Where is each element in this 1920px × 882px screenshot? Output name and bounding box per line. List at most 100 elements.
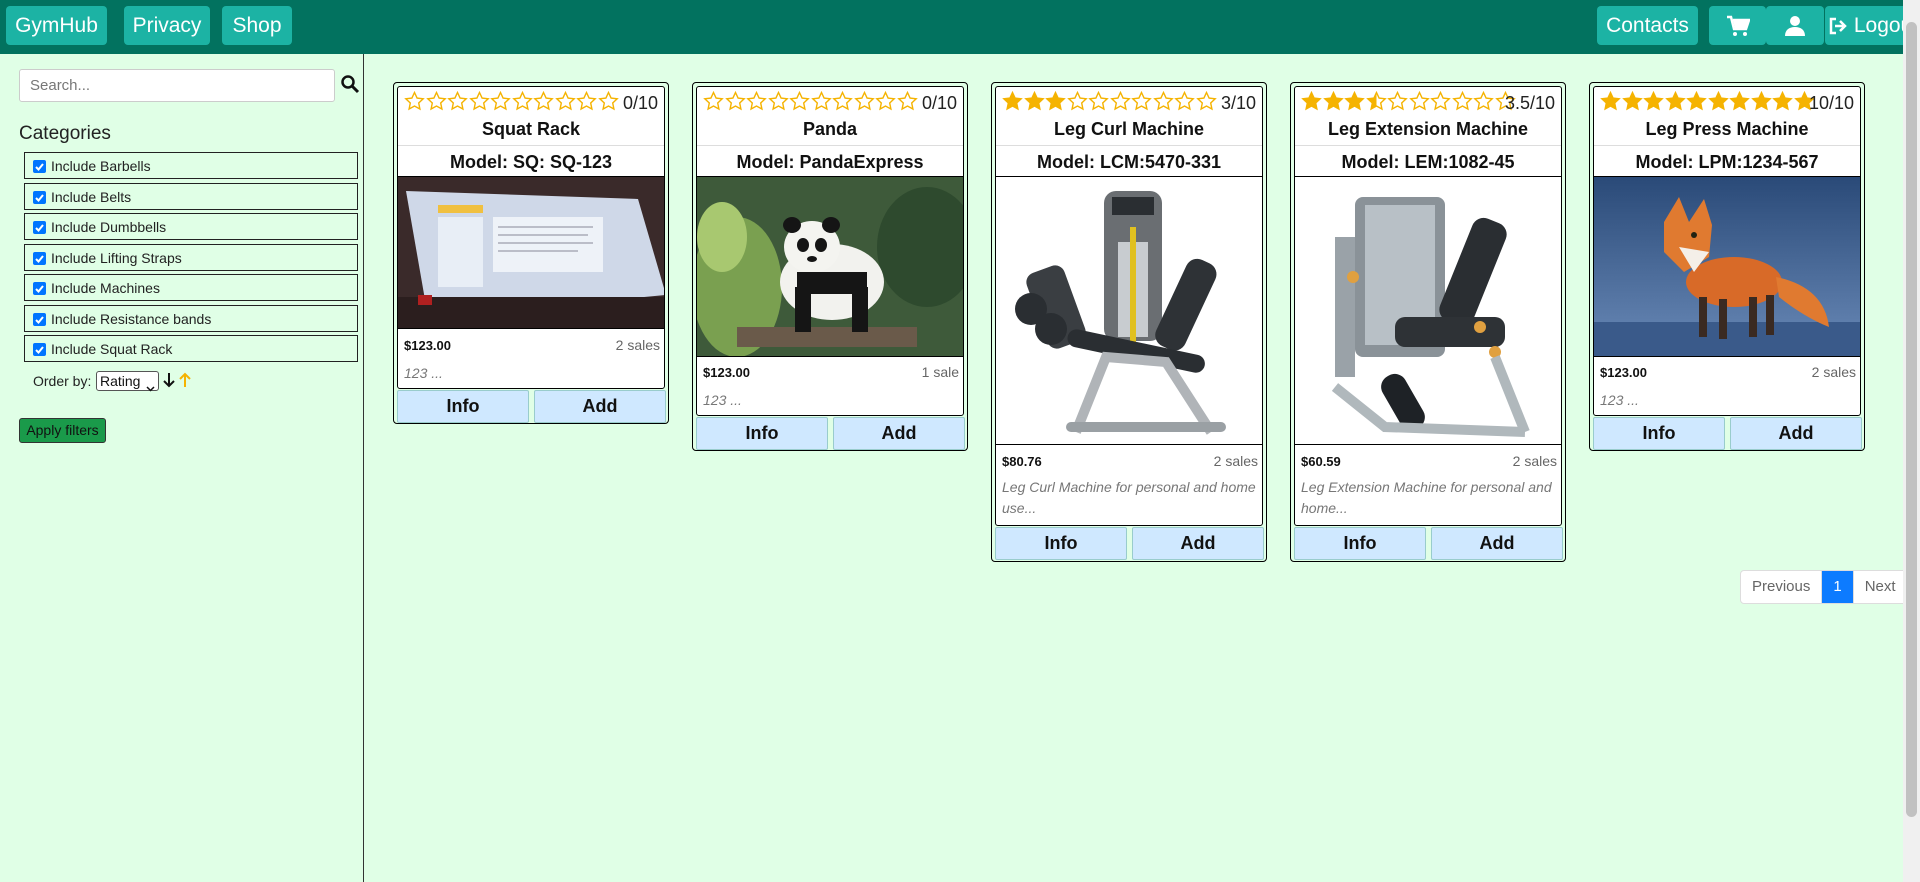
- star-icon: [724, 90, 746, 111]
- product-sales: 1 sale: [921, 364, 959, 380]
- product-card: 0/10 Panda Model: PandaExpress $123.00 1…: [692, 82, 968, 451]
- add-to-cart-button[interactable]: Add: [1132, 527, 1264, 560]
- add-to-cart-button[interactable]: Add: [534, 390, 666, 423]
- product-card: 3/10 Leg Curl Machine Model: LCM:5470-33…: [991, 82, 1267, 562]
- star-icon: [1643, 90, 1664, 111]
- vertical-scrollbar[interactable]: [1903, 0, 1920, 882]
- star-icon: [1408, 90, 1430, 111]
- product-image[interactable]: [697, 177, 963, 357]
- scrollbar-thumb[interactable]: [1906, 22, 1917, 817]
- rating-stars: [1002, 90, 1217, 115]
- checkbox[interactable]: [33, 191, 46, 204]
- search-icon[interactable]: [340, 74, 360, 94]
- category-filter-belts[interactable]: Include Belts: [24, 183, 358, 210]
- category-filter-lifting-straps[interactable]: Include Lifting Straps: [24, 244, 358, 271]
- star-icon: [468, 90, 490, 111]
- product-description: 123 ...: [404, 365, 443, 381]
- checkbox[interactable]: [33, 313, 46, 326]
- add-to-cart-button[interactable]: Add: [833, 417, 965, 450]
- chevron-down-icon: [146, 378, 155, 396]
- product-card: 0/10 Squat Rack Model: SQ: SQ-123 $123.0…: [393, 82, 669, 424]
- info-button[interactable]: Info: [1294, 527, 1426, 560]
- order-by-label: Order by:: [33, 373, 92, 389]
- product-model: Model: LEM:1082-45: [1341, 152, 1515, 172]
- checkbox[interactable]: [33, 252, 46, 265]
- star-icon: [1045, 90, 1066, 111]
- rating-stars: [1301, 90, 1516, 115]
- sort-descending-icon[interactable]: [163, 372, 175, 393]
- categories-heading: Categories: [19, 123, 111, 144]
- checkbox[interactable]: [33, 282, 46, 295]
- category-label: Include Dumbbells: [51, 219, 167, 235]
- star-icon: [1174, 90, 1195, 111]
- product-description: Leg Curl Machine for personal and home u…: [1002, 479, 1256, 516]
- category-filter-barbells[interactable]: Include Barbells: [24, 152, 358, 179]
- product-image[interactable]: [996, 177, 1262, 445]
- profile-button[interactable]: [1766, 6, 1824, 45]
- star-icon: [1002, 90, 1023, 111]
- category-label: Include Resistance bands: [51, 311, 212, 327]
- add-to-cart-button[interactable]: Add: [1431, 527, 1563, 560]
- order-by-select[interactable]: Rating: [96, 371, 159, 392]
- checkbox[interactable]: [33, 343, 46, 356]
- add-to-cart-button[interactable]: Add: [1730, 417, 1862, 450]
- shop-link[interactable]: Shop: [222, 6, 292, 45]
- star-icon: [789, 90, 810, 111]
- contacts-link[interactable]: Contacts: [1597, 6, 1698, 45]
- star-icon: [1131, 90, 1152, 111]
- top-navbar: GymHub Privacy Shop Contacts Logout: [0, 0, 1920, 54]
- star-icon: [1772, 90, 1793, 111]
- star-icon: [511, 90, 533, 111]
- info-button[interactable]: Info: [397, 390, 529, 423]
- product-name: Panda: [802, 119, 858, 139]
- product-description: 123 ...: [703, 392, 742, 408]
- rating-value: 0/10: [921, 93, 957, 113]
- category-filter-squat-rack[interactable]: Include Squat Rack: [24, 335, 358, 362]
- product-name: Squat Rack: [481, 119, 581, 139]
- star-icon: [810, 90, 832, 111]
- product-image[interactable]: [398, 177, 664, 329]
- rating-value: 3/10: [1220, 93, 1256, 113]
- category-label: Include Machines: [51, 280, 160, 296]
- star-icon: [404, 90, 425, 111]
- info-button[interactable]: Info: [1593, 417, 1725, 450]
- pagination: Previous 1 Next: [1740, 570, 1908, 604]
- star-icon: [1430, 90, 1451, 111]
- sort-ascending-icon[interactable]: [179, 372, 191, 393]
- product-sales: 2 sales: [615, 337, 660, 353]
- category-filter-machines[interactable]: Include Machines: [24, 274, 358, 301]
- product-image[interactable]: [1295, 177, 1561, 445]
- apply-filters-button[interactable]: Apply filters: [19, 418, 106, 443]
- star-icon: [425, 90, 447, 111]
- info-button[interactable]: Info: [995, 527, 1127, 560]
- logout-icon: [1828, 14, 1854, 37]
- product-price: $80.76: [1002, 454, 1042, 469]
- category-filter-dumbbells[interactable]: Include Dumbbells: [24, 213, 358, 240]
- star-icon: [1365, 90, 1387, 111]
- product-price: $123.00: [703, 365, 750, 380]
- search-input[interactable]: Search...: [19, 69, 335, 102]
- rating-value: 10/10: [1808, 93, 1854, 113]
- order-by-value: Rating: [100, 373, 141, 389]
- brand-link[interactable]: GymHub: [6, 6, 107, 45]
- privacy-link[interactable]: Privacy: [124, 6, 210, 45]
- user-icon: [1784, 14, 1806, 37]
- star-icon: [490, 90, 511, 111]
- star-icon: [597, 90, 619, 111]
- product-name: Leg Extension Machine: [1327, 119, 1529, 139]
- page-1-button[interactable]: 1: [1822, 571, 1854, 603]
- checkbox[interactable]: [33, 221, 46, 234]
- next-page-button[interactable]: Next: [1854, 571, 1907, 603]
- checkbox[interactable]: [33, 160, 46, 173]
- previous-page-button[interactable]: Previous: [1741, 571, 1823, 603]
- cart-icon: [1726, 14, 1751, 37]
- logout-button[interactable]: Logout: [1825, 6, 1915, 45]
- product-description: Leg Extension Machine for personal and h…: [1301, 479, 1552, 516]
- category-filter-resistance-bands[interactable]: Include Resistance bands: [24, 305, 358, 332]
- star-icon: [447, 90, 468, 111]
- cart-button[interactable]: [1709, 6, 1766, 45]
- product-model: Model: LCM:5470-331: [1036, 152, 1222, 172]
- star-icon: [1066, 90, 1088, 111]
- product-image[interactable]: [1594, 177, 1860, 357]
- info-button[interactable]: Info: [696, 417, 828, 450]
